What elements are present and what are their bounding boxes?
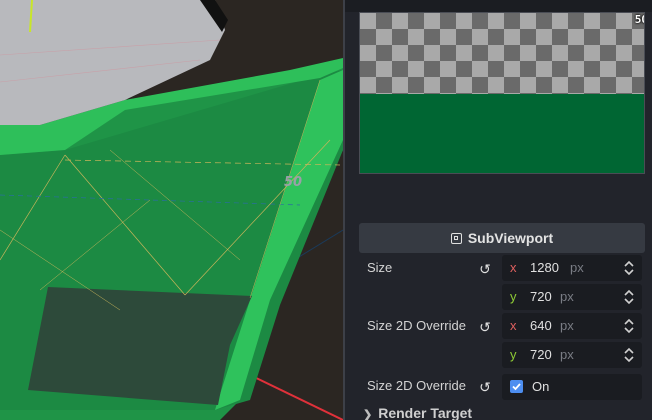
size-2d-override-stretch-label: Size 2D Override [367,378,466,393]
axis-y-label: y [510,289,517,304]
revert-icon[interactable]: ↺ [478,262,492,276]
spinner-arrows-icon[interactable] [624,317,634,335]
size-2d-override-y-field[interactable]: y 720 px [502,342,642,368]
3d-viewport[interactable]: 50 [0,0,343,420]
size-y-field[interactable]: y 720 px [502,284,642,310]
size-label: Size [367,260,393,275]
subviewport-header: SubViewport [359,223,645,253]
subviewport-icon [450,232,462,244]
size-x-value: 1280 [530,260,559,275]
inspector-top-strip [345,0,652,12]
render-target-title: Render Target [378,405,473,420]
axis-y-label: y [510,347,517,362]
viewport-scene: 50 [0,0,343,420]
size-2d-override-x-value: 640 [530,318,552,333]
revert-icon[interactable]: ↺ [478,380,492,394]
size-x-field[interactable]: x 1280 px [502,255,642,281]
size-x-unit: px [570,260,584,275]
size-2d-override-y-unit: px [560,347,574,362]
axis-x-label: x [510,318,517,333]
spinner-arrows-icon[interactable] [624,288,634,306]
revert-icon[interactable]: ↺ [478,320,492,334]
size-2d-override-x-unit: px [560,318,574,333]
chevron-right-icon: ❯ [363,409,373,420]
checkbox-checked-icon[interactable] [510,380,523,393]
preview-overlay-number: 50 [634,13,644,26]
checkbox-state-text: On [532,379,550,394]
preview-green-area [360,94,644,173]
spinner-arrows-icon[interactable] [624,346,634,364]
spinner-arrows-icon[interactable] [624,259,634,277]
size-2d-override-y-value: 720 [530,347,552,362]
preview-transparent-area [360,13,644,94]
size-2d-override-stretch-field[interactable]: On [502,374,642,400]
subviewport-preview: 50 [359,12,645,174]
axis-x-label: x [510,260,517,275]
dark-panel [28,287,252,405]
size-y-unit: px [560,289,574,304]
render-target-section[interactable]: ❯ Render Target [363,405,472,420]
size-2d-override-label: Size 2D Override [367,318,466,333]
subviewport-header-title: SubViewport [467,230,554,246]
size-2d-override-x-field[interactable]: x 640 px [502,313,642,339]
inspector-panel: 50 SubViewport Size ↺ x 1280 px y 720 px… [345,0,652,420]
size-y-value: 720 [530,289,552,304]
viewport-overlay-number: 50 [284,175,302,190]
